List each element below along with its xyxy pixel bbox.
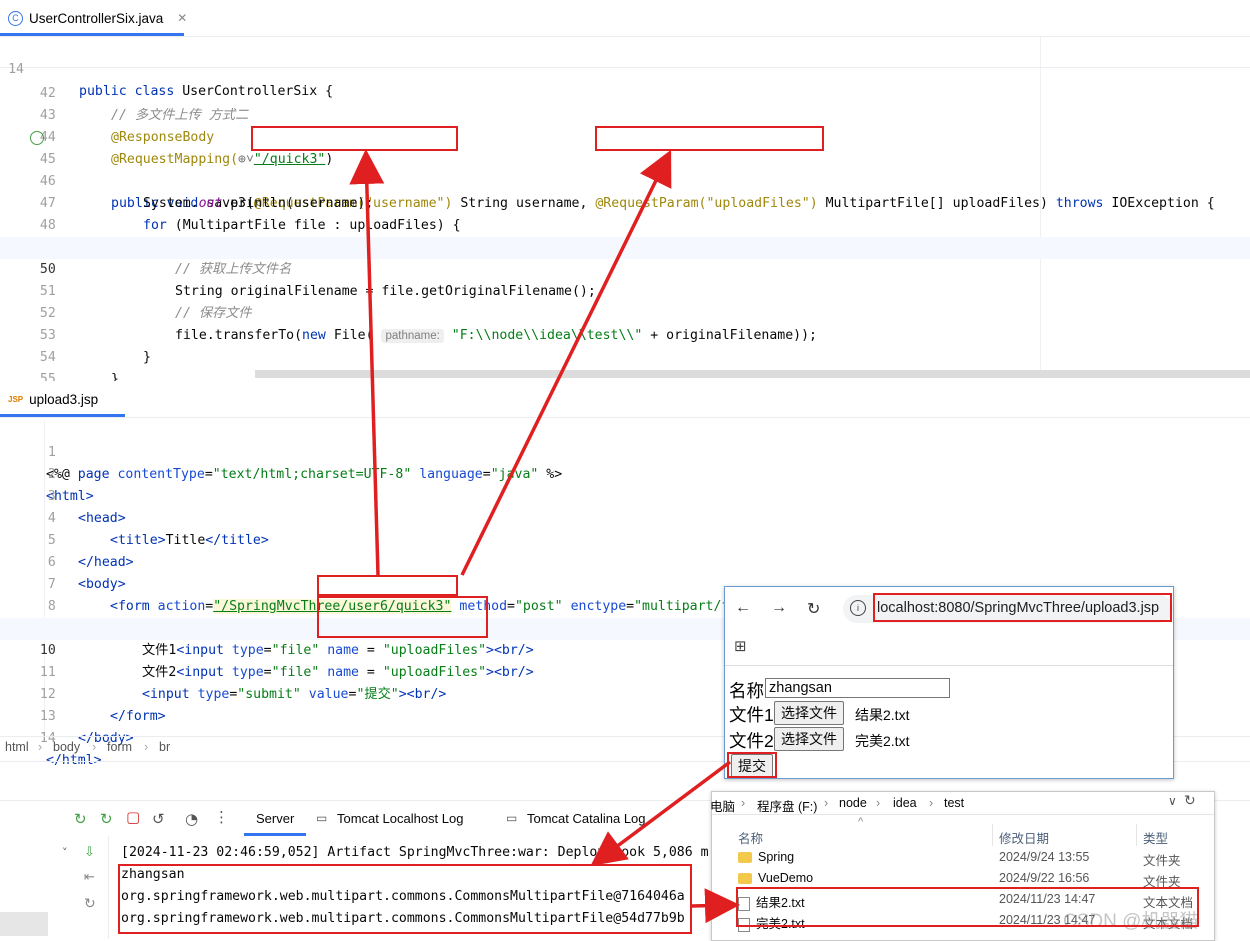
arrow-uploadfiles: [460, 149, 672, 576]
arrow-username: [349, 149, 385, 576]
arrow-console-explorer: [691, 888, 740, 924]
annotation-arrows: [349, 149, 740, 924]
arrow-submit-console: [590, 760, 732, 867]
